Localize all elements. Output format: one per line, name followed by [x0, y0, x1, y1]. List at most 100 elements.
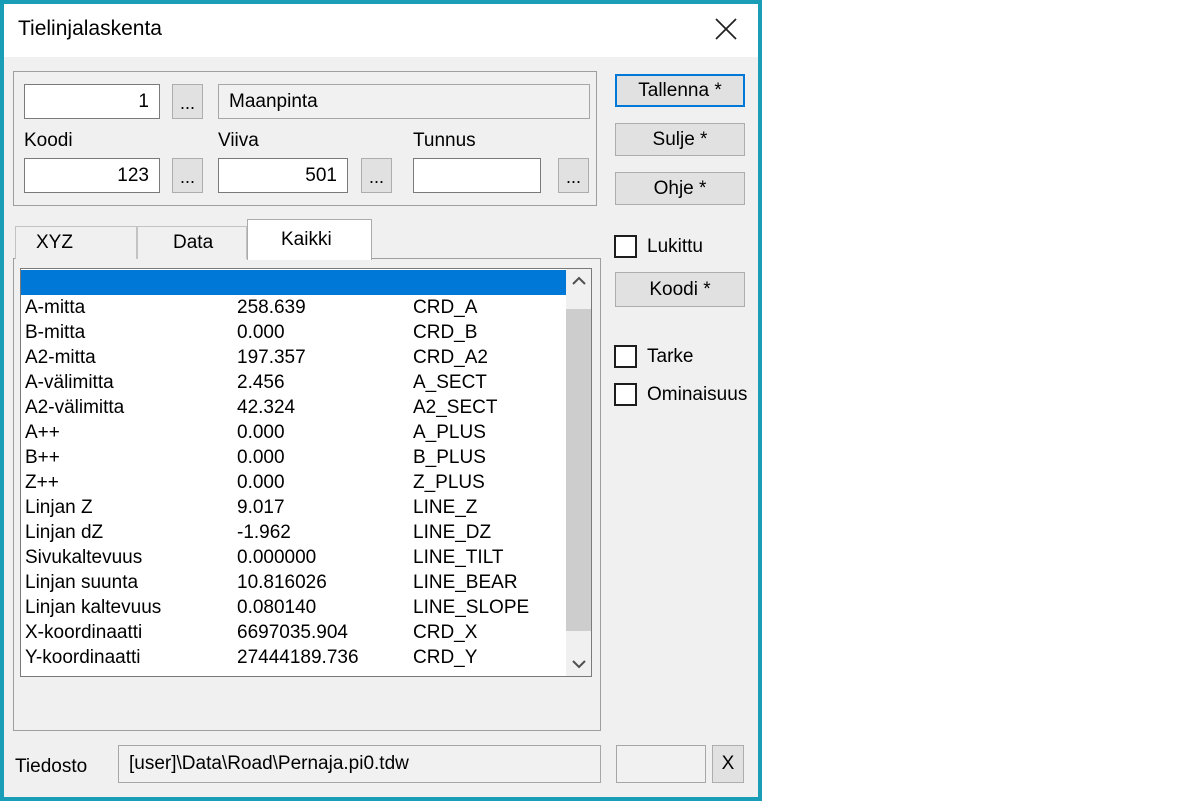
list-row[interactable]: Linjan suunta10.816026LINE_BEAR	[21, 570, 566, 595]
row-code: LINE_SLOPE	[413, 595, 566, 620]
row-name: A2-välimitta	[25, 395, 237, 420]
viiva-input[interactable]: 501	[218, 158, 348, 193]
list-row[interactable]: A++0.000A_PLUS	[21, 420, 566, 445]
koodi-input[interactable]: 123	[24, 158, 160, 193]
tab-xyz[interactable]: XYZ	[15, 226, 137, 259]
scrollbar-track[interactable]	[566, 292, 591, 653]
viiva-label: Viiva	[218, 130, 259, 152]
list-row[interactable]: Sivukaltevuus0.000000LINE_TILT	[21, 545, 566, 570]
list-row[interactable]: B++0.000B_PLUS	[21, 445, 566, 470]
lukittu-checkbox[interactable]	[614, 235, 637, 258]
row-name: Y-koordinaatti	[25, 645, 237, 670]
row-name: B-mitta	[25, 320, 237, 345]
koodi-side-button[interactable]: Koodi *	[615, 272, 745, 307]
row-value: 197.357	[237, 345, 413, 370]
row-value: 27444189.736	[237, 645, 413, 670]
row-name: A++	[25, 420, 237, 445]
row-code: CRD_B	[413, 320, 566, 345]
list-row[interactable]: Linjan dZ-1.962LINE_DZ	[21, 520, 566, 545]
close-icon	[713, 16, 739, 45]
row-code: LINE_BEAR	[413, 570, 566, 595]
row-code: LINE_Z	[413, 495, 566, 520]
row-name: Linjan dZ	[25, 520, 237, 545]
row-name: Linjan Z	[25, 495, 237, 520]
list-row[interactable]: A2-mitta197.357CRD_A2	[21, 345, 566, 370]
number-browse-button[interactable]: ...	[172, 84, 203, 119]
row-name: Sivukaltevuus	[25, 545, 237, 570]
koodi-label: Koodi	[24, 130, 73, 152]
scroll-down-button[interactable]	[566, 653, 591, 676]
titlebar: Tielinjalaskenta	[0, 0, 762, 57]
chevron-down-icon	[572, 656, 586, 674]
koodi-browse-button[interactable]: ...	[172, 158, 203, 193]
row-value: 0.000000	[237, 545, 413, 570]
tab-data[interactable]: Data	[137, 226, 247, 259]
tiedosto-label: Tiedosto	[15, 756, 87, 778]
ominaisuus-checkbox-row[interactable]: Ominaisuus	[614, 383, 747, 406]
list-row[interactable]: Linjan Z9.017LINE_Z	[21, 495, 566, 520]
tunnus-input[interactable]	[413, 158, 541, 193]
row-name: A-välimitta	[25, 370, 237, 395]
row-value: 0.000	[237, 420, 413, 445]
row-name	[25, 270, 237, 295]
clear-file-button[interactable]: X	[712, 745, 744, 783]
row-value: -1.962	[237, 520, 413, 545]
row-value: 2.456	[237, 370, 413, 395]
tarke-label: Tarke	[647, 346, 693, 368]
scroll-up-button[interactable]	[566, 269, 591, 292]
list-row[interactable]: A-välimitta2.456A_SECT	[21, 370, 566, 395]
row-code: A_PLUS	[413, 420, 566, 445]
lukittu-checkbox-row[interactable]: Lukittu	[614, 235, 703, 258]
help-button[interactable]: Ohje *	[615, 172, 745, 205]
scrollbar-thumb[interactable]	[566, 309, 591, 631]
ominaisuus-checkbox[interactable]	[614, 383, 637, 406]
list-rows: A-mitta258.639CRD_AB-mitta0.000CRD_BA2-m…	[21, 270, 566, 670]
close-dialog-button[interactable]: Sulje *	[615, 123, 745, 156]
tunnus-browse-button[interactable]: ...	[558, 158, 589, 193]
row-code	[413, 270, 566, 295]
file-path-field: [user]\Data\Road\Pernaja.pi0.tdw	[118, 745, 601, 783]
row-code: A2_SECT	[413, 395, 566, 420]
row-name: Z++	[25, 470, 237, 495]
attribute-listbox: A-mitta258.639CRD_AB-mitta0.000CRD_BA2-m…	[20, 268, 592, 677]
row-value: 0.080140	[237, 595, 413, 620]
row-value: 9.017	[237, 495, 413, 520]
close-button[interactable]	[704, 12, 748, 48]
tunnus-label: Tunnus	[413, 130, 476, 152]
row-code: CRD_A	[413, 295, 566, 320]
row-code: A_SECT	[413, 370, 566, 395]
list-row[interactable]: Y-koordinaatti27444189.736CRD_Y	[21, 645, 566, 670]
viiva-browse-button[interactable]: ...	[361, 158, 392, 193]
tab-kaikki[interactable]: Kaikki	[247, 219, 372, 260]
list-row[interactable]: A-mitta258.639CRD_A	[21, 295, 566, 320]
row-value: 10.816026	[237, 570, 413, 595]
tarke-checkbox-row[interactable]: Tarke	[614, 345, 693, 368]
dialog-window: Tielinjalaskenta 1 ... Maanpinta Koodi V…	[0, 0, 762, 801]
row-value	[237, 270, 413, 295]
row-value: 6697035.904	[237, 620, 413, 645]
row-code: CRD_A2	[413, 345, 566, 370]
list-row[interactable]: Linjan kaltevuus0.080140LINE_SLOPE	[21, 595, 566, 620]
number-input[interactable]: 1	[24, 84, 160, 119]
tarke-checkbox[interactable]	[614, 345, 637, 368]
row-code: B_PLUS	[413, 445, 566, 470]
row-value: 0.000	[237, 470, 413, 495]
row-code: CRD_X	[413, 620, 566, 645]
row-value: 0.000	[237, 320, 413, 345]
row-value: 42.324	[237, 395, 413, 420]
row-name: Linjan suunta	[25, 570, 237, 595]
row-name: B++	[25, 445, 237, 470]
save-button[interactable]: Tallenna *	[615, 74, 745, 107]
chevron-up-icon	[572, 272, 586, 290]
row-name: X-koordinaatti	[25, 620, 237, 645]
list-scrollbar[interactable]	[566, 269, 591, 676]
list-row[interactable]: Z++0.000Z_PLUS	[21, 470, 566, 495]
list-row[interactable]: X-koordinaatti6697035.904CRD_X	[21, 620, 566, 645]
row-name: Linjan kaltevuus	[25, 595, 237, 620]
list-row[interactable]: B-mitta0.000CRD_B	[21, 320, 566, 345]
dialog-client-area: 1 ... Maanpinta Koodi Viiva Tunnus 123 .…	[0, 57, 762, 801]
window-title: Tielinjalaskenta	[18, 17, 162, 41]
row-code: CRD_Y	[413, 645, 566, 670]
list-row[interactable]	[21, 270, 566, 295]
list-row[interactable]: A2-välimitta42.324A2_SECT	[21, 395, 566, 420]
